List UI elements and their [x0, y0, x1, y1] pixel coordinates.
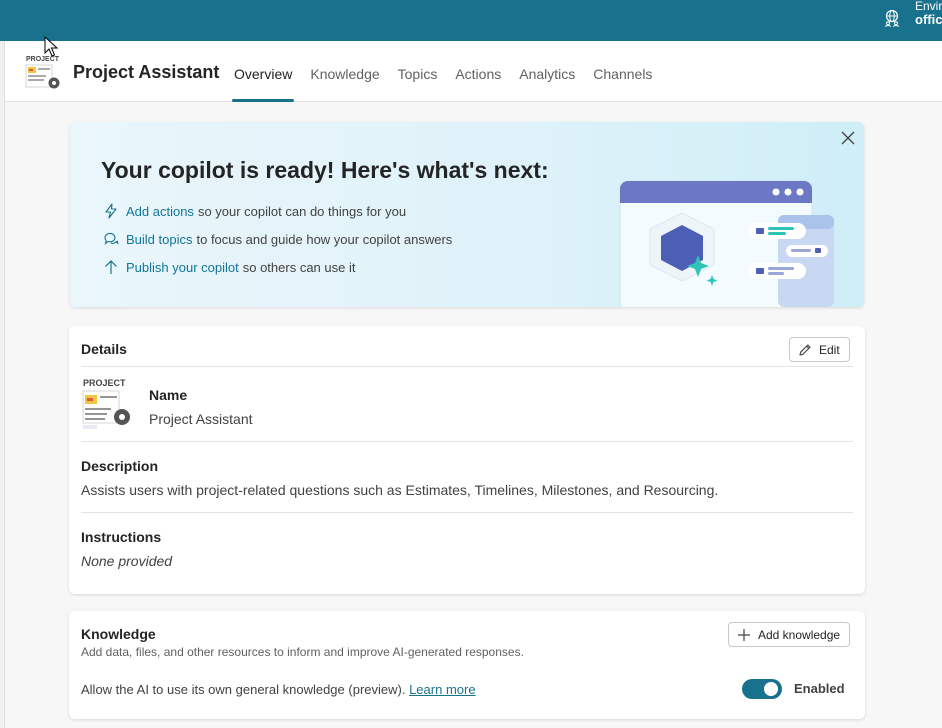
environment-selector[interactable]: Envir offic — [915, 0, 942, 27]
step-text: so your copilot can do things for you — [197, 203, 407, 219]
step-publish: Publish your copilot so others can use i… — [103, 259, 355, 275]
mouse-cursor-icon — [44, 36, 58, 57]
add-actions-link[interactable]: Add actions — [126, 204, 194, 219]
project-assistant-avatar-icon: PROJECT — [82, 378, 130, 429]
close-icon[interactable] — [840, 130, 856, 146]
top-bar: Envir offic — [0, 0, 942, 41]
step-text: so others can use it — [242, 259, 356, 275]
description-label: Description — [81, 458, 159, 474]
tab-channels[interactable]: Channels — [584, 41, 661, 102]
main-content: Your copilot is ready! Here's what's nex… — [5, 102, 942, 728]
tab-overview[interactable]: Overview — [225, 41, 301, 102]
chat-bubbles-icon — [104, 232, 119, 245]
tab-bar: Overview Knowledge Topics Actions Analyt… — [225, 41, 661, 102]
step-build-topics: Build topics to focus and guide how your… — [103, 231, 452, 247]
pencil-icon — [799, 343, 811, 356]
tab-knowledge[interactable]: Knowledge — [301, 41, 388, 102]
page-title: Project Assistant — [73, 62, 220, 82]
toggle-knob — [764, 682, 778, 696]
welcome-banner: Your copilot is ready! Here's what's nex… — [70, 122, 864, 307]
add-knowledge-button[interactable]: Add knowledge — [728, 622, 851, 647]
tab-analytics[interactable]: Analytics — [510, 41, 584, 102]
build-topics-link[interactable]: Build topics — [126, 232, 192, 247]
knowledge-card: Knowledge Add knowledge Add data, files,… — [69, 611, 865, 719]
general-knowledge-text: Allow the AI to use its own general know… — [81, 682, 406, 697]
divider — [81, 441, 853, 442]
add-knowledge-label: Add knowledge — [758, 627, 841, 642]
tab-actions[interactable]: Actions — [446, 41, 510, 102]
edit-label: Edit — [819, 342, 840, 357]
avatar-text: PROJECT — [83, 378, 126, 388]
details-header: Details — [81, 341, 127, 357]
general-knowledge-toggle[interactable] — [742, 679, 782, 699]
description-value: Assists users with project-related quest… — [81, 482, 719, 498]
knowledge-subtitle: Add data, files, and other resources to … — [81, 645, 524, 659]
step-text: to focus and guide how your copilot answ… — [196, 231, 453, 247]
page-header: PROJECT Project Assistant Overview Knowl… — [5, 41, 942, 102]
plus-icon — [738, 628, 750, 641]
toggle-state-label: Enabled — [794, 681, 845, 696]
project-assistant-logo-icon: PROJECT — [25, 56, 60, 89]
details-card: Details Edit PROJECT Name Project Assist… — [69, 326, 865, 594]
name-label: Name — [149, 387, 188, 403]
step-add-actions: Add actions so your copilot can do thing… — [103, 203, 406, 219]
instructions-label: Instructions — [81, 529, 162, 545]
edit-button[interactable]: Edit — [789, 337, 850, 362]
environment-value: offic — [915, 12, 942, 27]
tab-topics[interactable]: Topics — [389, 41, 447, 102]
name-value: Project Assistant — [149, 411, 253, 427]
learn-more-link[interactable]: Learn more — [409, 682, 475, 697]
copilot-illustration — [619, 180, 834, 307]
general-knowledge-setting: Allow the AI to use its own general know… — [81, 682, 476, 697]
banner-title: Your copilot is ready! Here's what's nex… — [101, 157, 549, 183]
instructions-value: None provided — [81, 553, 173, 569]
publish-copilot-link[interactable]: Publish your copilot — [126, 260, 239, 275]
lightning-icon — [105, 203, 117, 219]
divider — [81, 366, 853, 367]
globe-people-icon[interactable] — [883, 9, 901, 27]
divider — [81, 512, 853, 513]
knowledge-header: Knowledge — [81, 626, 156, 642]
arrow-up-icon — [105, 260, 117, 274]
